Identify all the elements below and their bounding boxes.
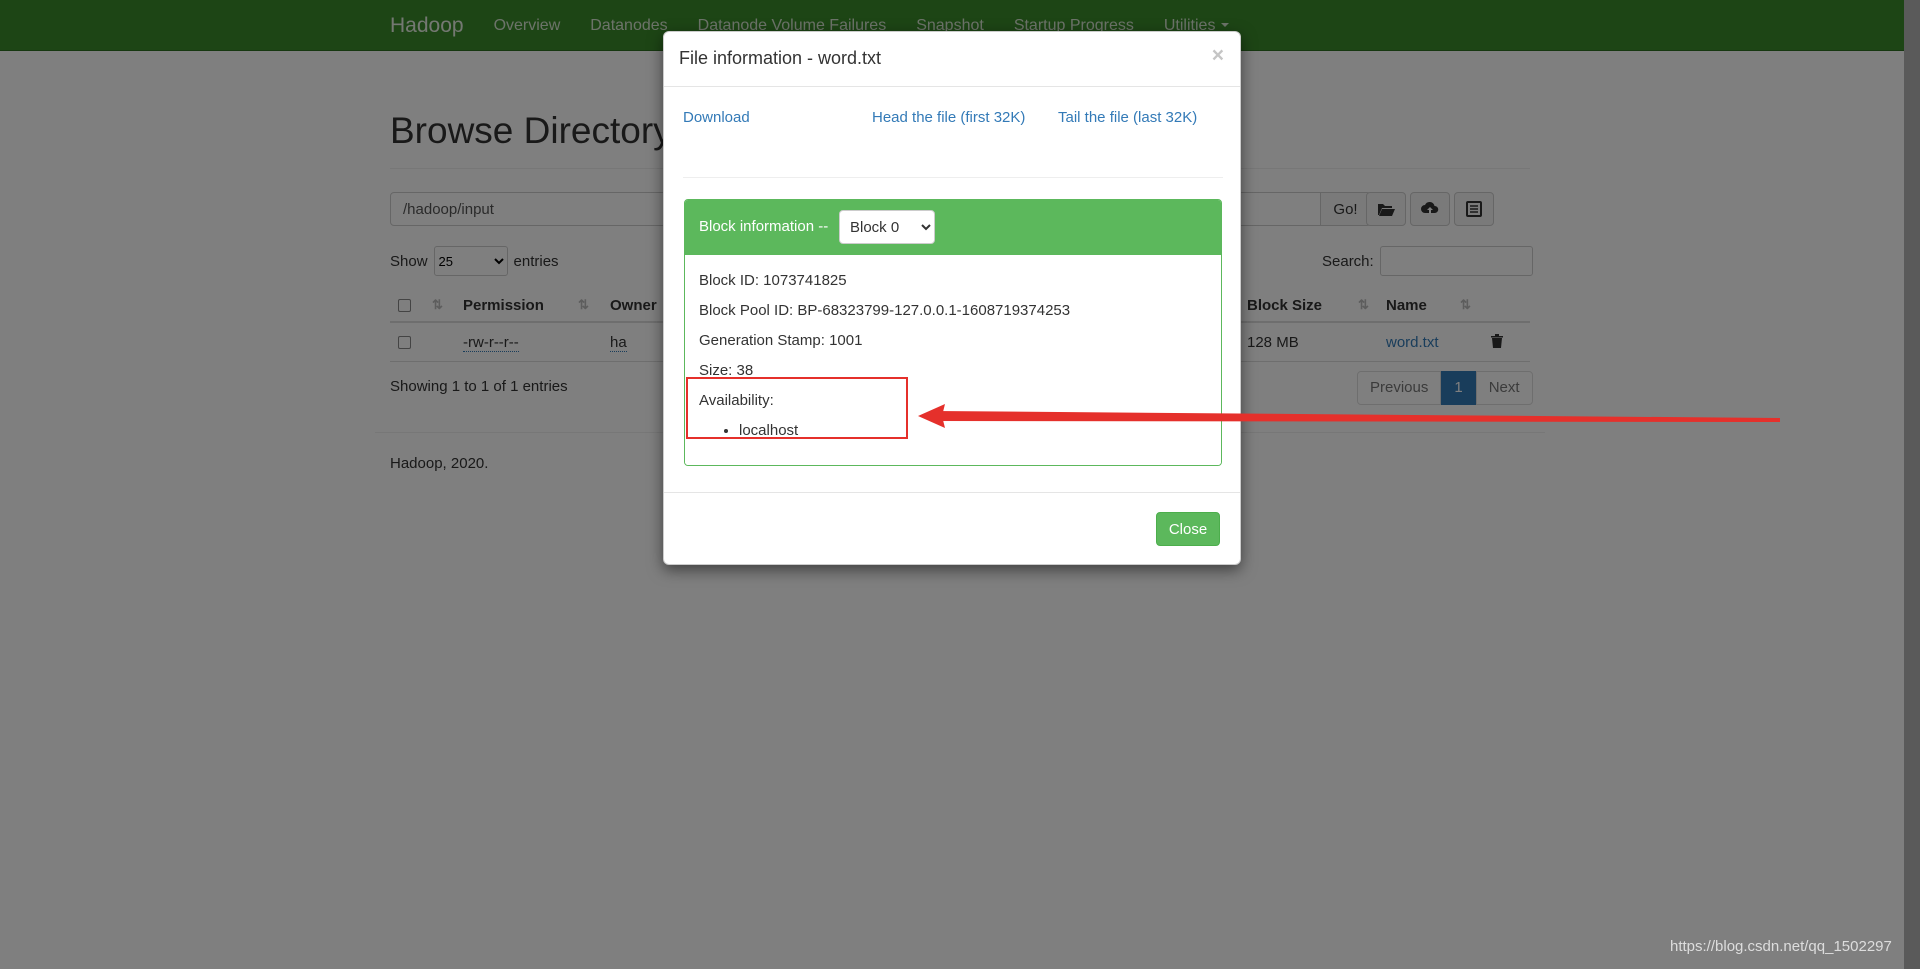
block-pool-id: Block Pool ID: BP-68323799-127.0.0.1-160… [699, 302, 1071, 319]
annotation-highlight-box [686, 377, 908, 439]
block-info-label: Block information -- [699, 218, 829, 235]
modal-title: File information - word.txt [679, 48, 882, 68]
tail-file-link[interactable]: Tail the file (last 32K) [1058, 109, 1197, 126]
panel-heading: Block information -- Block 0 [685, 200, 1221, 255]
generation-stamp: Generation Stamp: 1001 [699, 332, 863, 349]
head-file-link[interactable]: Head the file (first 32K) [872, 109, 1025, 126]
close-button[interactable]: Close [1156, 512, 1220, 546]
actions-divider [683, 177, 1223, 178]
watermark-text: https://blog.csdn.net/qq_1502297 [1670, 938, 1892, 955]
modal-footer: Close [664, 492, 1240, 566]
modal-body: Download Head the file (first 32K) Tail … [664, 88, 1240, 523]
download-link[interactable]: Download [683, 109, 750, 126]
close-icon[interactable]: × [1212, 44, 1224, 68]
file-information-modal: File information - word.txt × Download H… [663, 31, 1241, 565]
window-edge [1904, 0, 1920, 969]
modal-header: File information - word.txt × [664, 32, 1240, 87]
block-id: Block ID: 1073741825 [699, 272, 847, 289]
file-actions: Download Head the file (first 32K) Tail … [683, 109, 1223, 139]
block-select[interactable]: Block 0 [839, 210, 935, 244]
